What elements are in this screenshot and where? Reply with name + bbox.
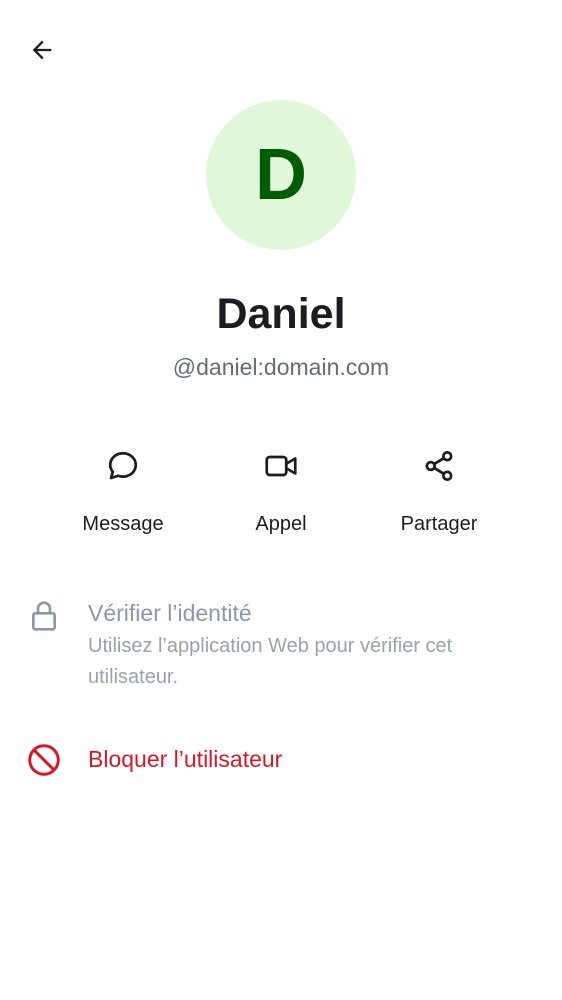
block-icon [24, 740, 64, 780]
call-button[interactable]: Appel [211, 440, 351, 545]
block-user-row[interactable]: Bloquer l’utilisateur [0, 740, 562, 780]
verify-title: Vérifier l’identité [88, 600, 252, 626]
share-icon [419, 446, 459, 486]
share-button[interactable]: Partager [369, 440, 509, 545]
call-label: Appel [255, 513, 307, 535]
message-label: Message [82, 513, 164, 535]
lock-icon [24, 596, 64, 636]
avatar: D [206, 100, 356, 250]
verify-subtitle: Utilisez l’application Web pour vérifier… [88, 635, 453, 688]
chat-bubble-icon [103, 446, 143, 486]
action-bar: Message Appel Partager [0, 440, 562, 550]
verify-identity-row[interactable]: Vérifier l’identité Utilisez l’applicati… [0, 596, 562, 696]
profile-name: Daniel [216, 290, 346, 338]
video-camera-icon [261, 446, 301, 486]
message-button[interactable]: Message [53, 440, 193, 545]
profile-user-id: @daniel:domain.com [172, 354, 390, 380]
back-button[interactable] [18, 26, 66, 74]
avatar-initial: D [255, 135, 307, 215]
block-title: Bloquer l’utilisateur [88, 746, 283, 772]
arrow-left-icon [32, 40, 52, 60]
share-label: Partager [400, 513, 478, 535]
